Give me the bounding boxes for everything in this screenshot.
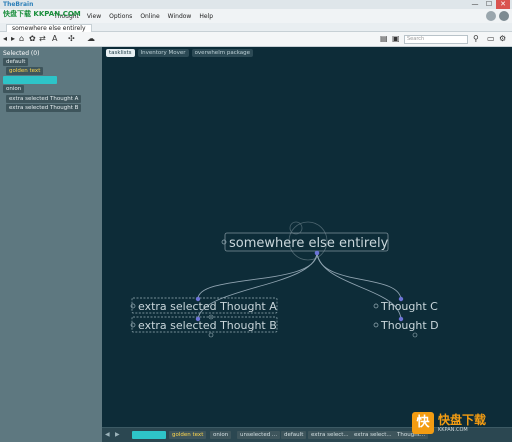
central-node[interactable]: somewhere else entirely (229, 236, 389, 251)
home-icon[interactable]: ⌂ (19, 35, 24, 43)
tag-thought-a[interactable]: extra selected Thought A (6, 95, 82, 103)
thought-c-dot (398, 296, 404, 302)
watermark-logo: 快 快盘下载 KKPAN.COM (412, 410, 508, 438)
tag-thought-b[interactable]: extra selected Thought B (6, 104, 82, 112)
settings-icon[interactable]: ⚙ (499, 35, 506, 43)
tag-onion[interactable]: onion (3, 85, 25, 93)
bottom-chip-default[interactable]: default (281, 431, 307, 439)
link-to-a (197, 252, 318, 300)
panel-toggle-icon[interactable]: ▤ (380, 35, 388, 43)
search-input[interactable]: Search (404, 35, 468, 44)
window-controls: — ☐ ✕ (468, 0, 510, 9)
watermark-subtitle: KKPAN.COM (438, 427, 468, 433)
font-size-icon[interactable]: A (52, 35, 57, 43)
thought-b[interactable]: extra selected Thought B (138, 319, 277, 332)
thought-d-dot (398, 316, 404, 322)
tag-golden-text[interactable]: golden text (6, 67, 44, 75)
maximize-button[interactable]: ☐ (482, 0, 496, 9)
thought-b-dot (195, 316, 201, 322)
menu-window[interactable]: Window (168, 13, 192, 20)
menu-view[interactable]: View (87, 13, 101, 20)
central-link-dot (314, 250, 320, 256)
thought-c[interactable]: Thought C (380, 300, 438, 313)
thought-b-handle-bottom (208, 332, 214, 338)
minimize-button[interactable]: — (468, 0, 482, 9)
menu-options[interactable]: Options (109, 13, 132, 20)
menu-help[interactable]: Help (199, 13, 213, 20)
tag-teal-blank[interactable] (3, 76, 57, 84)
document-tab-row: somewhere else entirely (0, 23, 512, 32)
gate-circle (289, 221, 303, 235)
app-title: TheBrain (3, 1, 34, 8)
brain-icon[interactable]: ✿ (29, 35, 36, 43)
bottom-chip-teal[interactable] (132, 431, 166, 439)
scroll-right-icon[interactable]: ▶ (115, 431, 120, 438)
bottom-chip-extra-a[interactable]: extra select... (308, 431, 352, 439)
notes-icon[interactable]: ▭ (487, 35, 495, 43)
thought-a-dot (195, 296, 201, 302)
search-icon[interactable]: ⚲ (473, 35, 479, 43)
selection-header: Selected (0) (3, 50, 40, 57)
thought-c-gate (373, 303, 379, 309)
account-avatar[interactable] (499, 11, 509, 21)
document-tab[interactable]: somewhere else entirely (6, 24, 92, 32)
plex-canvas[interactable]: tasklists Inventory Mover overwhelm pack… (102, 47, 512, 427)
watermark-title: 快盘下载 (438, 413, 487, 427)
thought-b-gate (130, 322, 136, 328)
mindmap-svg: somewhere else entirely extra selected T… (130, 221, 439, 338)
link-to-c (316, 252, 402, 300)
back-icon[interactable]: ◂ (3, 35, 7, 43)
window-toggle-icon[interactable]: ▣ (392, 35, 400, 43)
thought-a[interactable]: extra selected Thought A (138, 300, 277, 313)
tag-default[interactable]: default (3, 58, 29, 66)
watermark-top: 快盘下载 KKPAN.COM (3, 10, 81, 18)
bottom-chip-extra-b[interactable]: extra select... (351, 431, 395, 439)
thought-d-gate (373, 322, 379, 328)
close-button[interactable]: ✕ (496, 0, 510, 9)
bottom-chip-unselected[interactable]: unselected ... (237, 431, 281, 439)
thought-d-handle (412, 332, 418, 338)
scroll-left-icon[interactable]: ◀ (105, 431, 110, 438)
user-avatar[interactable] (486, 11, 496, 21)
selection-panel: Selected (0) default golden text onion e… (0, 47, 102, 442)
bottom-chip-onion[interactable]: onion (210, 431, 232, 439)
menu-online[interactable]: Online (140, 13, 159, 20)
thought-d[interactable]: Thought D (380, 319, 439, 332)
thought-a-gate (130, 303, 136, 309)
watermark-glyph: 快 (412, 412, 434, 434)
cloud-icon[interactable]: ☁ (87, 35, 95, 43)
title-bar: TheBrain — ☐ ✕ (0, 0, 512, 9)
bottom-chip-golden-text[interactable]: golden text (169, 431, 207, 439)
toolbar: ◂ ▸ ⌂ ✿ ⇄ A ✣ ☁ ▤ ▣ Search ⚲ ▭ ⚙ (0, 32, 512, 47)
share-icon[interactable]: ⇄ (39, 35, 46, 43)
layout-icon[interactable]: ✣ (68, 35, 75, 43)
forward-icon[interactable]: ▸ (11, 35, 15, 43)
